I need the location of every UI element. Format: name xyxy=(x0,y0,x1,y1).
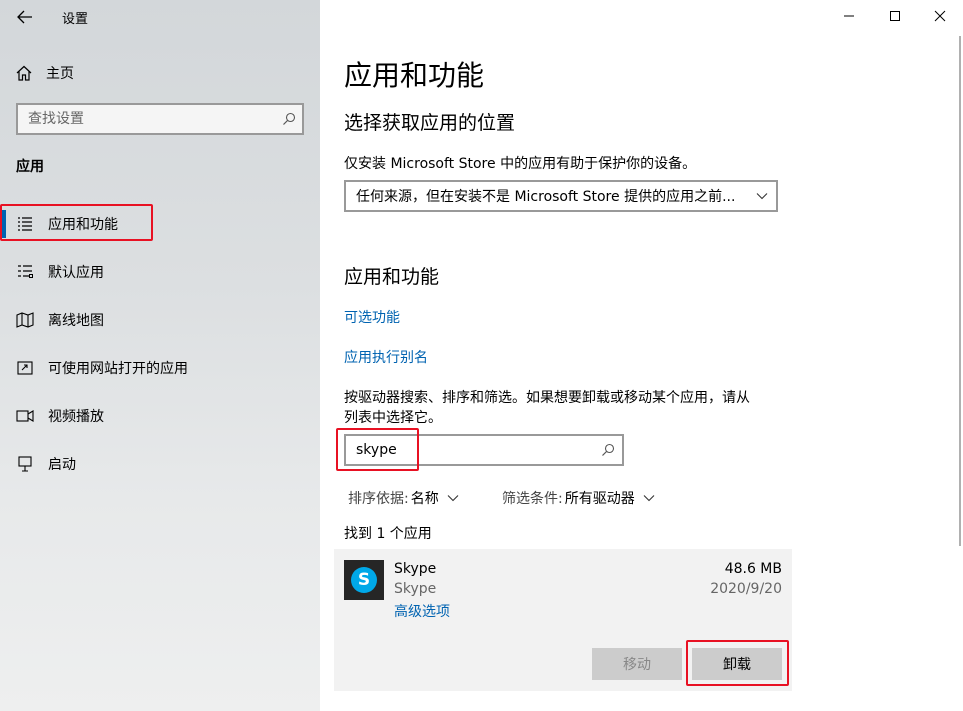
result-count: 找到 1 个应用 xyxy=(344,526,432,542)
back-arrow-icon xyxy=(17,10,32,24)
app-search-box[interactable] xyxy=(344,434,624,466)
sidebar-item-offline-maps[interactable]: 离线地图 xyxy=(0,300,320,340)
settings-search-input[interactable] xyxy=(18,105,276,133)
settings-search-box[interactable] xyxy=(16,103,304,135)
app-execution-alias-link[interactable]: 应用执行别名 xyxy=(344,347,428,367)
sidebar: 设置 主页 应用 应用和功能 默认应用 离线地图 可 xyxy=(0,0,320,711)
sidebar-item-label: 默认应用 xyxy=(48,265,104,281)
sidebar-item-label: 可使用网站打开的应用 xyxy=(48,361,188,377)
filter-dropdown[interactable]: 筛选条件: 所有驱动器 xyxy=(502,488,655,508)
skype-logo-icon: S xyxy=(351,567,377,593)
window-title: 设置 xyxy=(62,12,89,27)
app-install-date: 2020/9/20 xyxy=(710,581,782,597)
install-source-dropdown[interactable]: 任何来源，但在安装不是 Microsoft Store 提供的应用之前... xyxy=(344,180,778,212)
back-button[interactable] xyxy=(14,6,36,28)
app-list-item[interactable]: S Skype Skype 高级选项 48.6 MB 2020/9/20 移动 … xyxy=(334,549,792,691)
close-button[interactable] xyxy=(917,4,963,28)
sidebar-item-label: 离线地图 xyxy=(48,313,104,329)
page-title: 应用和功能 xyxy=(344,59,485,92)
move-button[interactable]: 移动 xyxy=(592,648,682,680)
sidebar-item-video-playback[interactable]: 视频播放 xyxy=(0,396,320,436)
advanced-options-link[interactable]: 高级选项 xyxy=(394,601,450,621)
chevron-down-icon xyxy=(643,494,655,502)
maximize-icon xyxy=(890,11,900,21)
scrollbar[interactable] xyxy=(959,36,963,706)
search-hint-line1: 按驱动器搜索、排序和筛选。如果想要卸载或移动某个应用，请从 xyxy=(344,390,750,406)
app-name: Skype xyxy=(394,561,437,577)
install-source-value: 任何来源，但在安装不是 Microsoft Store 提供的应用之前... xyxy=(356,189,736,205)
sidebar-item-apps-features[interactable]: 应用和功能 xyxy=(0,204,320,244)
section-title: 应用 xyxy=(16,159,44,175)
install-source-description: 仅安装 Microsoft Store 中的应用有助于保护你的设备。 xyxy=(344,156,697,172)
skype-app-icon: S xyxy=(344,560,384,600)
filter-label: 筛选条件: xyxy=(502,491,563,507)
video-playback-icon xyxy=(16,407,34,425)
startup-icon xyxy=(16,455,34,473)
home-label: 主页 xyxy=(46,66,74,82)
search-hint-line2: 列表中选择它。 xyxy=(344,410,442,426)
search-icon[interactable] xyxy=(594,443,622,457)
offline-maps-icon xyxy=(16,311,34,329)
chevron-down-icon xyxy=(447,494,459,502)
sidebar-item-label: 视频播放 xyxy=(48,409,104,425)
apps-for-websites-icon xyxy=(16,359,34,377)
maximize-button[interactable] xyxy=(872,4,918,28)
minimize-icon xyxy=(844,15,854,17)
home-icon xyxy=(16,65,32,81)
home-link[interactable]: 主页 xyxy=(16,62,74,84)
minimize-button[interactable] xyxy=(826,4,872,28)
search-icon[interactable] xyxy=(276,105,302,133)
app-search-input[interactable] xyxy=(346,436,594,464)
sidebar-item-default-apps[interactable]: 默认应用 xyxy=(0,252,320,292)
sidebar-item-label: 启动 xyxy=(48,457,76,473)
sort-label: 排序依据: xyxy=(348,491,409,507)
default-apps-icon xyxy=(16,263,34,281)
sort-value: 名称 xyxy=(410,491,439,507)
sidebar-item-apps-for-websites[interactable]: 可使用网站打开的应用 xyxy=(0,348,320,388)
sidebar-item-startup[interactable]: 启动 xyxy=(0,444,320,484)
sidebar-item-label: 应用和功能 xyxy=(48,217,118,233)
app-size: 48.6 MB xyxy=(724,561,782,577)
active-indicator xyxy=(2,210,6,238)
chevron-down-icon xyxy=(748,192,776,200)
install-source-heading: 选择获取应用的位置 xyxy=(344,112,516,134)
filter-value: 所有驱动器 xyxy=(564,491,635,507)
close-icon xyxy=(934,10,946,22)
sort-dropdown[interactable]: 排序依据: 名称 xyxy=(348,488,459,508)
apps-features-icon xyxy=(16,215,34,233)
optional-features-link[interactable]: 可选功能 xyxy=(344,307,400,327)
app-publisher: Skype xyxy=(394,581,437,597)
scrollbar-thumb[interactable] xyxy=(959,36,961,546)
uninstall-button[interactable]: 卸载 xyxy=(692,648,782,680)
apps-features-heading: 应用和功能 xyxy=(344,266,440,288)
